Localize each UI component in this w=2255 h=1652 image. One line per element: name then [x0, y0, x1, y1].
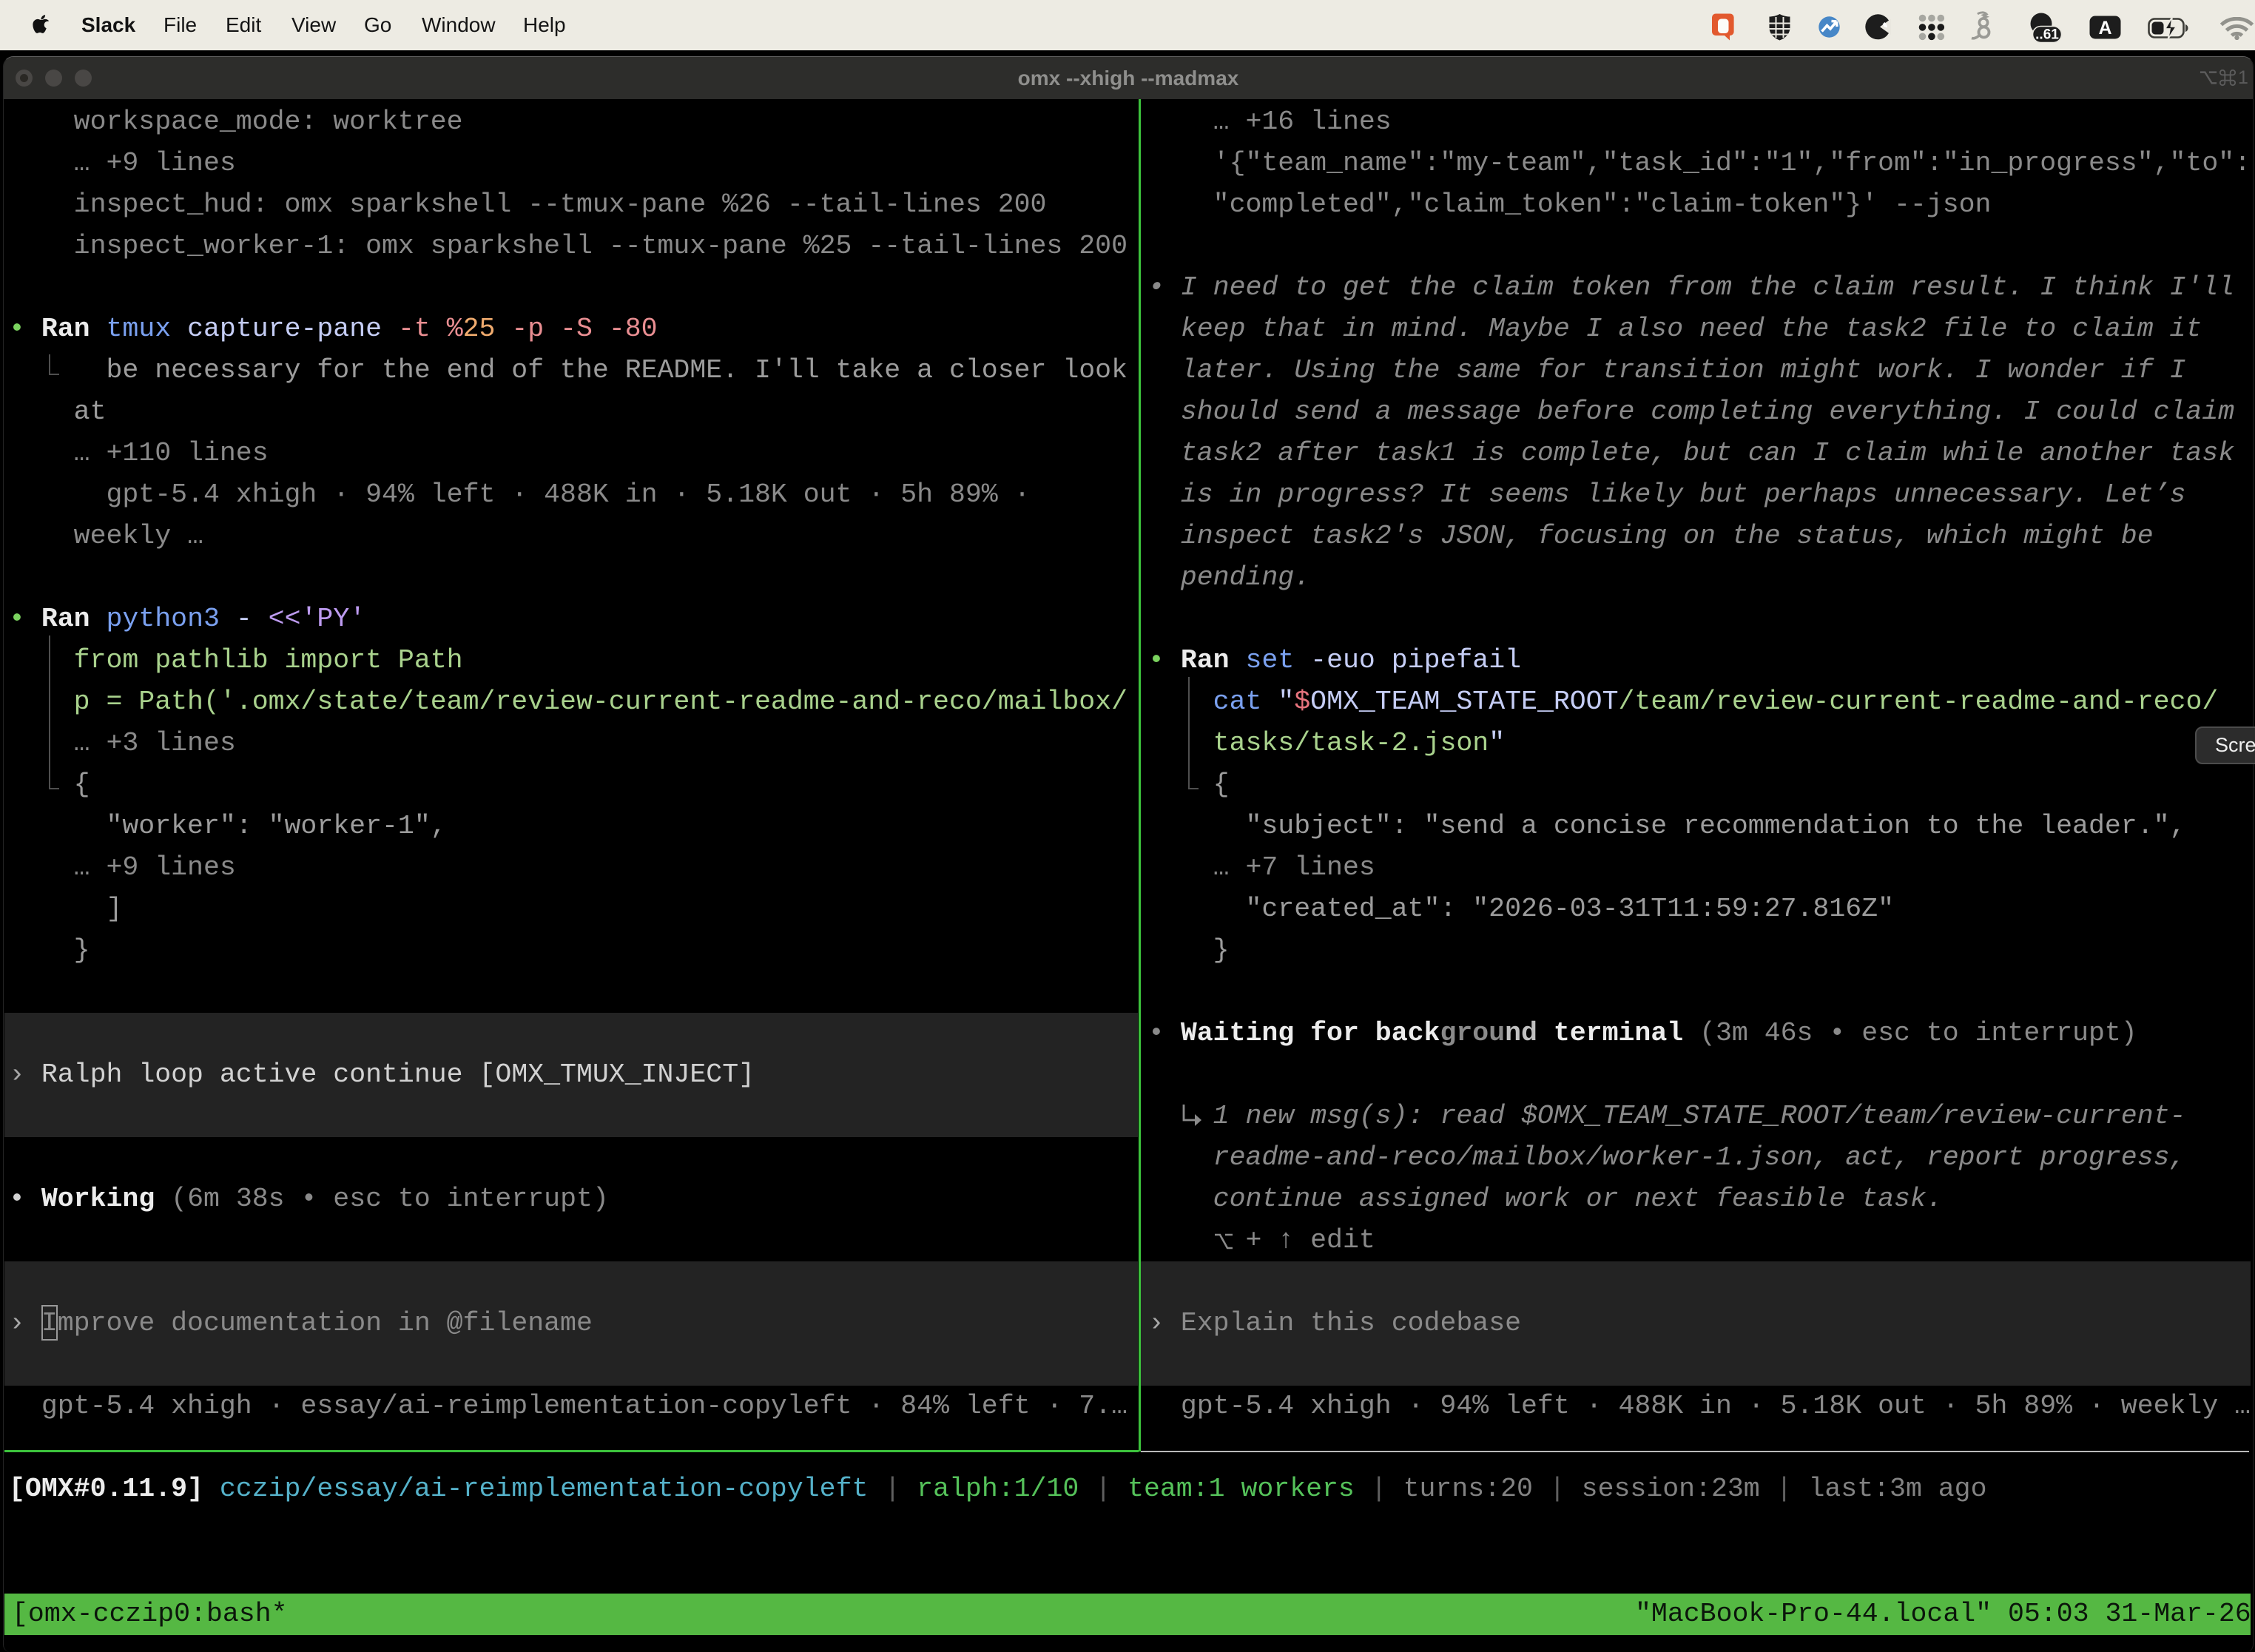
svg-text:A: A	[2098, 18, 2111, 38]
svg-text:..61: ..61	[2035, 27, 2059, 43]
